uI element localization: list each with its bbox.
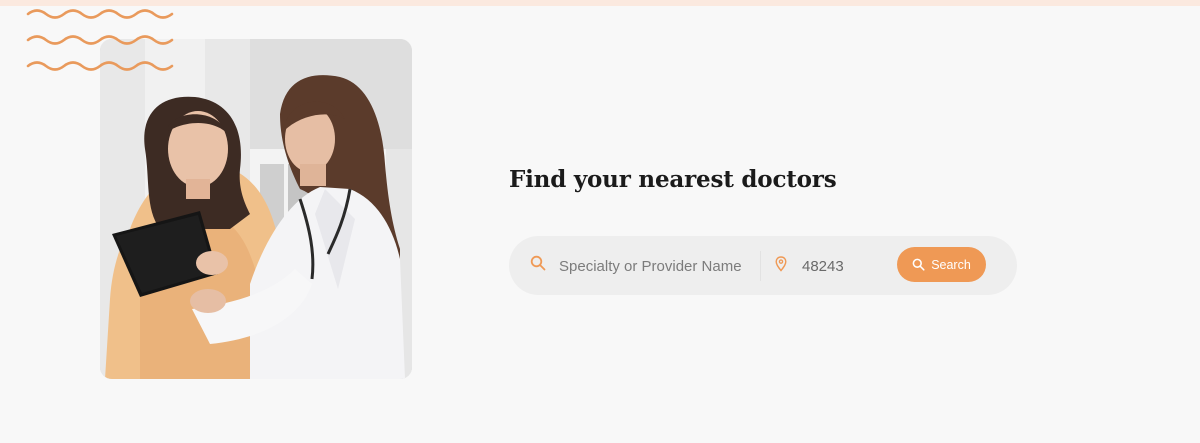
search-button[interactable]: Search <box>897 247 986 282</box>
field-divider <box>760 251 761 281</box>
doctor-search-bar: Search <box>509 236 1017 295</box>
map-pin-icon <box>775 256 787 272</box>
search-icon <box>530 255 546 271</box>
specialty-input[interactable] <box>559 252 759 280</box>
hero-photo <box>100 39 412 379</box>
location-input[interactable] <box>802 252 882 280</box>
decorative-waves <box>26 9 174 71</box>
top-accent-band <box>0 0 1200 6</box>
search-button-label: Search <box>931 257 971 272</box>
page-heading: Find your nearest doctors <box>509 166 837 193</box>
search-icon <box>912 258 925 271</box>
